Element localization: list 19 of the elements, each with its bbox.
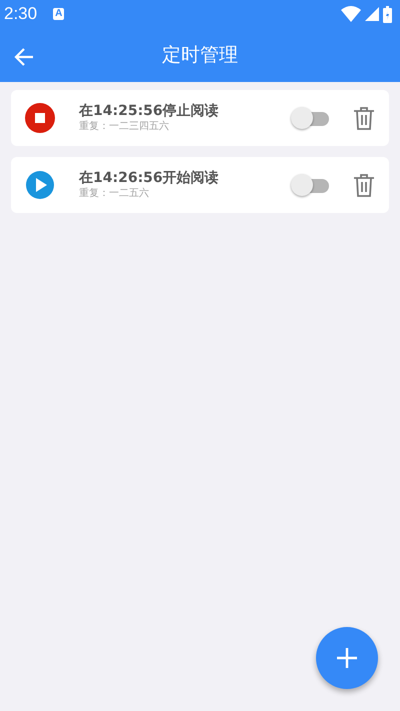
repeat-days: 重复：一二三四五六 — [79, 120, 291, 134]
back-arrow-icon — [14, 46, 34, 67]
toggle-switch[interactable] — [291, 107, 329, 129]
timer-title: 在14:25:56停止阅读 — [79, 102, 220, 120]
page-title: 定时管理 — [162, 42, 238, 68]
delete-button[interactable] — [353, 106, 375, 130]
plus-icon — [335, 646, 359, 670]
trash-icon — [353, 173, 375, 198]
battery-icon — [383, 6, 392, 22]
wifi-icon — [341, 6, 361, 22]
toggle-switch[interactable] — [291, 174, 329, 196]
status-time: 2:30 — [4, 3, 38, 26]
signal-icon — [365, 7, 379, 21]
notification-icon: A — [53, 8, 64, 20]
repeat-days: 重复：一二五六 — [79, 187, 291, 201]
trash-icon — [353, 106, 375, 130]
timer-title: 在14:26:56开始阅读 — [79, 169, 220, 187]
add-button[interactable] — [316, 627, 378, 689]
delete-button[interactable] — [353, 172, 375, 198]
